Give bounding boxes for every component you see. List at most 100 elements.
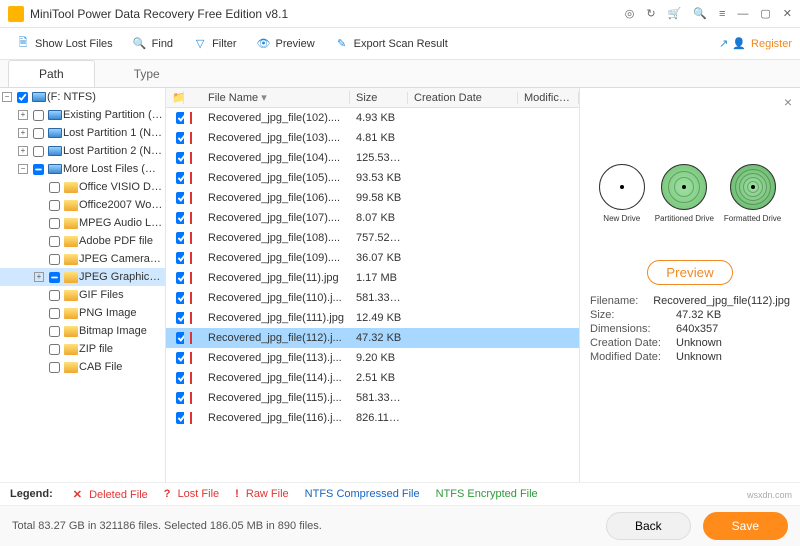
- show-lost-files-button[interactable]: 🗎Show Lost Files: [8, 33, 121, 55]
- col-modification[interactable]: Modification: [518, 92, 579, 104]
- tree-checkbox[interactable]: [17, 92, 28, 103]
- maximize-icon[interactable]: ▢: [760, 7, 770, 20]
- tree-item[interactable]: Existing Partition (N...: [0, 106, 165, 124]
- filter-button[interactable]: ▽Filter: [185, 33, 244, 55]
- share-icon[interactable]: ↗: [719, 37, 728, 50]
- file-row[interactable]: Recovered_jpg_file(115).j...581.33 KB: [166, 388, 579, 408]
- tree-item[interactable]: Adobe PDF file: [0, 232, 165, 250]
- file-checkbox[interactable]: [176, 312, 184, 324]
- file-row[interactable]: Recovered_jpg_file(11).jpg1.17 MB: [166, 268, 579, 288]
- funnel-icon: ▽: [193, 37, 207, 51]
- file-checkbox[interactable]: [176, 132, 184, 144]
- col-creation[interactable]: Creation Date: [408, 92, 518, 104]
- tree-toggle-icon[interactable]: [34, 272, 44, 282]
- file-checkbox[interactable]: [176, 192, 184, 204]
- tree-checkbox[interactable]: [49, 182, 60, 193]
- file-checkbox[interactable]: [176, 272, 184, 284]
- tree-checkbox[interactable]: [49, 362, 60, 373]
- file-checkbox[interactable]: [176, 332, 184, 344]
- file-row[interactable]: Recovered_jpg_file(108)....757.52 KB: [166, 228, 579, 248]
- tree-checkbox[interactable]: [33, 128, 44, 139]
- file-size: 47.32 KB: [350, 332, 408, 344]
- file-row[interactable]: Recovered_jpg_file(112).j...47.32 KB: [166, 328, 579, 348]
- tree-checkbox[interactable]: [49, 200, 60, 211]
- file-row[interactable]: Recovered_jpg_file(105)....93.53 KB: [166, 168, 579, 188]
- tree-toggle-icon[interactable]: [18, 164, 28, 174]
- file-checkbox[interactable]: [176, 112, 184, 124]
- tree-toggle-icon[interactable]: [18, 128, 28, 138]
- close-icon[interactable]: ✕: [783, 7, 792, 20]
- file-checkbox[interactable]: [176, 352, 184, 364]
- tree-item[interactable]: GIF Files: [0, 286, 165, 304]
- register-button[interactable]: 👤Register: [732, 37, 792, 50]
- file-row[interactable]: Recovered_jpg_file(110).j...581.33 KB: [166, 288, 579, 308]
- tree-item[interactable]: Office VISIO Do...: [0, 178, 165, 196]
- tree-toggle-icon[interactable]: [18, 110, 28, 120]
- target-icon[interactable]: ◎: [625, 7, 635, 20]
- file-checkbox[interactable]: [176, 292, 184, 304]
- file-checkbox[interactable]: [176, 232, 184, 244]
- tab-path[interactable]: Path: [8, 60, 95, 87]
- tree-item[interactable]: Lost Partition 2 (NT...: [0, 142, 165, 160]
- file-row[interactable]: Recovered_jpg_file(102)....4.93 KB: [166, 108, 579, 128]
- tree-checkbox[interactable]: [49, 218, 60, 229]
- col-size[interactable]: Size: [350, 92, 408, 104]
- tree-checkbox[interactable]: [33, 110, 44, 121]
- tree-checkbox[interactable]: [49, 308, 60, 319]
- col-filename[interactable]: File Name ▾: [202, 91, 350, 104]
- cart-icon[interactable]: 🛒: [668, 7, 682, 20]
- file-checkbox[interactable]: [176, 372, 184, 384]
- hamburger-icon[interactable]: ≡: [719, 8, 725, 20]
- tree-item[interactable]: MPEG Audio La...: [0, 214, 165, 232]
- tree-item[interactable]: CAB File: [0, 358, 165, 376]
- tree-checkbox[interactable]: [49, 326, 60, 337]
- refresh-icon[interactable]: ↻: [646, 7, 655, 20]
- tree-toggle-icon[interactable]: [2, 92, 12, 102]
- file-checkbox[interactable]: [176, 392, 184, 404]
- file-checkbox[interactable]: [176, 252, 184, 264]
- drive-icon: [48, 128, 62, 138]
- tree-checkbox[interactable]: [33, 146, 44, 157]
- tree-item[interactable]: More Lost Files (RA...: [0, 160, 165, 178]
- tree-item[interactable]: Lost Partition 1 (NT...: [0, 124, 165, 142]
- file-checkbox[interactable]: [176, 412, 184, 424]
- tree-toggle-icon[interactable]: [18, 146, 28, 156]
- tree-checkbox[interactable]: [49, 272, 60, 283]
- tree-checkbox[interactable]: [49, 236, 60, 247]
- save-button[interactable]: Save: [703, 512, 788, 540]
- tree-item[interactable]: JPEG Camera file: [0, 250, 165, 268]
- file-row[interactable]: Recovered_jpg_file(106)....99.58 KB: [166, 188, 579, 208]
- search-small-icon[interactable]: 🔍: [693, 7, 707, 20]
- file-row[interactable]: Recovered_jpg_file(109)....36.07 KB: [166, 248, 579, 268]
- tree-checkbox[interactable]: [49, 290, 60, 301]
- tree-checkbox[interactable]: [49, 344, 60, 355]
- folder-up-icon[interactable]: 📁: [172, 92, 184, 104]
- file-row[interactable]: Recovered_jpg_file(116).j...826.11 KB: [166, 408, 579, 428]
- tree-item[interactable]: Bitmap Image: [0, 322, 165, 340]
- tree-item[interactable]: PNG Image: [0, 304, 165, 322]
- file-checkbox[interactable]: [176, 212, 184, 224]
- export-button[interactable]: ✎Export Scan Result: [327, 33, 456, 55]
- file-row[interactable]: Recovered_jpg_file(111).jpg12.49 KB: [166, 308, 579, 328]
- file-row[interactable]: Recovered_jpg_file(107)....8.07 KB: [166, 208, 579, 228]
- minimize-icon[interactable]: —: [737, 8, 748, 20]
- file-row[interactable]: Recovered_jpg_file(104)....125.53 KB: [166, 148, 579, 168]
- tree-checkbox[interactable]: [49, 254, 60, 265]
- back-button[interactable]: Back: [606, 512, 691, 540]
- open-preview-button[interactable]: Preview: [647, 260, 732, 285]
- tree-item[interactable]: JPEG Graphics ...: [0, 268, 165, 286]
- file-row[interactable]: Recovered_jpg_file(113).j...9.20 KB: [166, 348, 579, 368]
- tree-item[interactable]: ZIP file: [0, 340, 165, 358]
- file-checkbox[interactable]: [176, 152, 184, 164]
- drive-icon: [48, 146, 62, 156]
- tree-item[interactable]: (F: NTFS): [0, 88, 165, 106]
- file-row[interactable]: Recovered_jpg_file(103)....4.81 KB: [166, 128, 579, 148]
- file-checkbox[interactable]: [176, 172, 184, 184]
- tab-type[interactable]: Type: [103, 60, 191, 87]
- close-preview-icon[interactable]: ×: [784, 94, 792, 110]
- tree-item[interactable]: Office2007 Wor...: [0, 196, 165, 214]
- tree-checkbox[interactable]: [33, 164, 44, 175]
- file-row[interactable]: Recovered_jpg_file(114).j...2.51 KB: [166, 368, 579, 388]
- preview-button[interactable]: 👁Preview: [249, 33, 323, 55]
- find-button[interactable]: 🔍Find: [125, 33, 181, 55]
